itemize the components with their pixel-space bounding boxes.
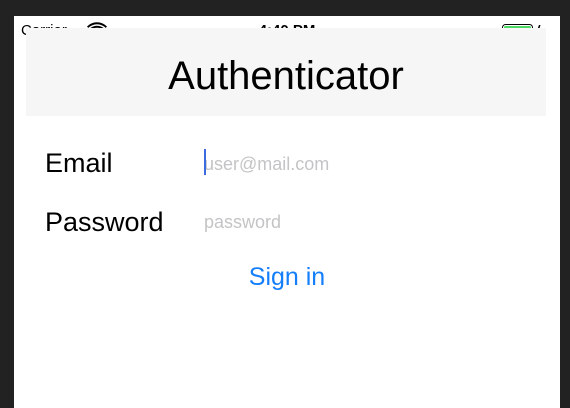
nav-title: Authenticator xyxy=(168,54,404,98)
app-screen: Carrier 4:40 PM Authenticator Email Pass… xyxy=(14,16,560,408)
email-label: Email xyxy=(45,148,113,178)
text-cursor xyxy=(204,149,206,175)
sign-in-button[interactable]: Sign in xyxy=(212,260,362,294)
password-label: Password xyxy=(45,207,164,237)
navigation-bar: Authenticator xyxy=(26,28,546,116)
email-field[interactable] xyxy=(204,148,524,180)
password-field[interactable] xyxy=(204,206,524,238)
device-frame: Carrier 4:40 PM Authenticator Email Pass… xyxy=(0,0,570,408)
